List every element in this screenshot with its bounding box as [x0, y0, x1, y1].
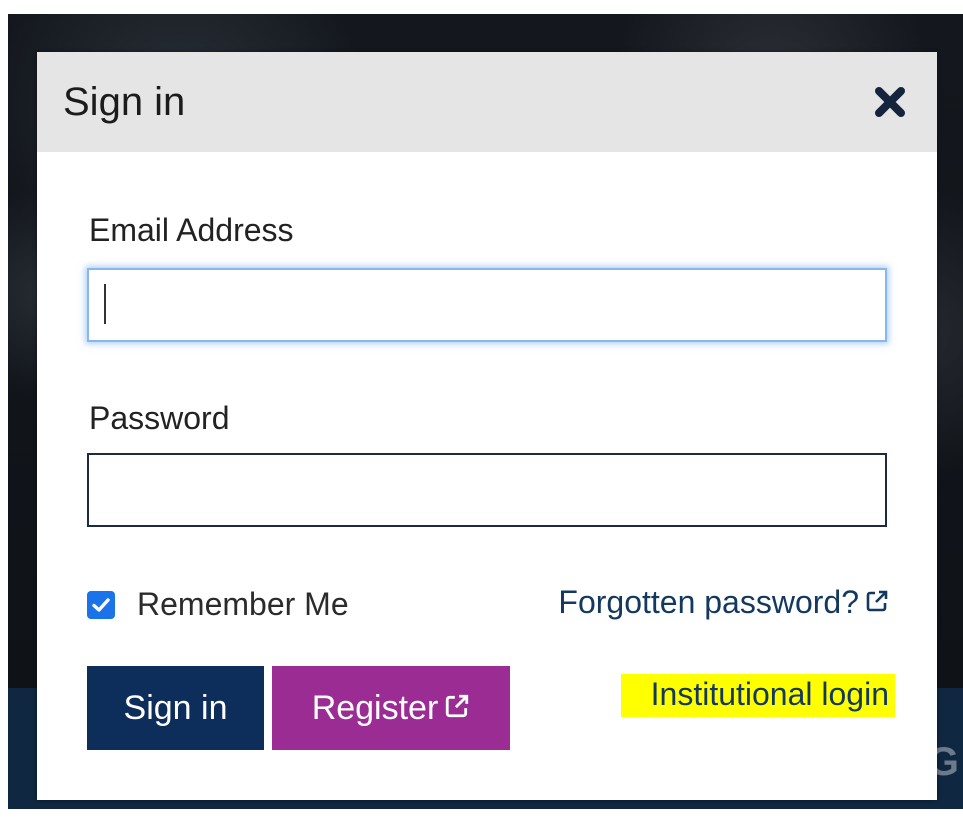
forgotten-password-link[interactable]: Forgotten password? [558, 584, 889, 621]
password-label: Password [89, 400, 230, 436]
modal-header: Sign in [37, 52, 937, 152]
close-button[interactable] [867, 79, 913, 125]
email-label: Email Address [89, 212, 294, 248]
sign-in-modal: Sign in Email Address Password Remember … [37, 52, 937, 800]
sign-in-button[interactable]: Sign in [87, 666, 264, 750]
text-caret [104, 284, 106, 324]
close-x-icon [875, 87, 905, 117]
institutional-login-link[interactable]: Institutional login [620, 674, 895, 717]
email-input[interactable] [87, 268, 887, 342]
password-input[interactable] [87, 453, 887, 527]
modal-title: Sign in [63, 80, 186, 124]
external-link-icon [865, 584, 889, 621]
register-button[interactable]: Register [272, 666, 510, 750]
external-link-icon [444, 689, 470, 728]
forgotten-password-label: Forgotten password? [558, 584, 859, 620]
checkbox-checked-icon [87, 590, 115, 619]
register-button-label: Register [311, 688, 439, 727]
remember-me-checkbox[interactable]: Remember Me [87, 586, 349, 623]
remember-me-label: Remember Me [137, 586, 349, 622]
sign-in-button-label: Sign in [123, 688, 228, 727]
